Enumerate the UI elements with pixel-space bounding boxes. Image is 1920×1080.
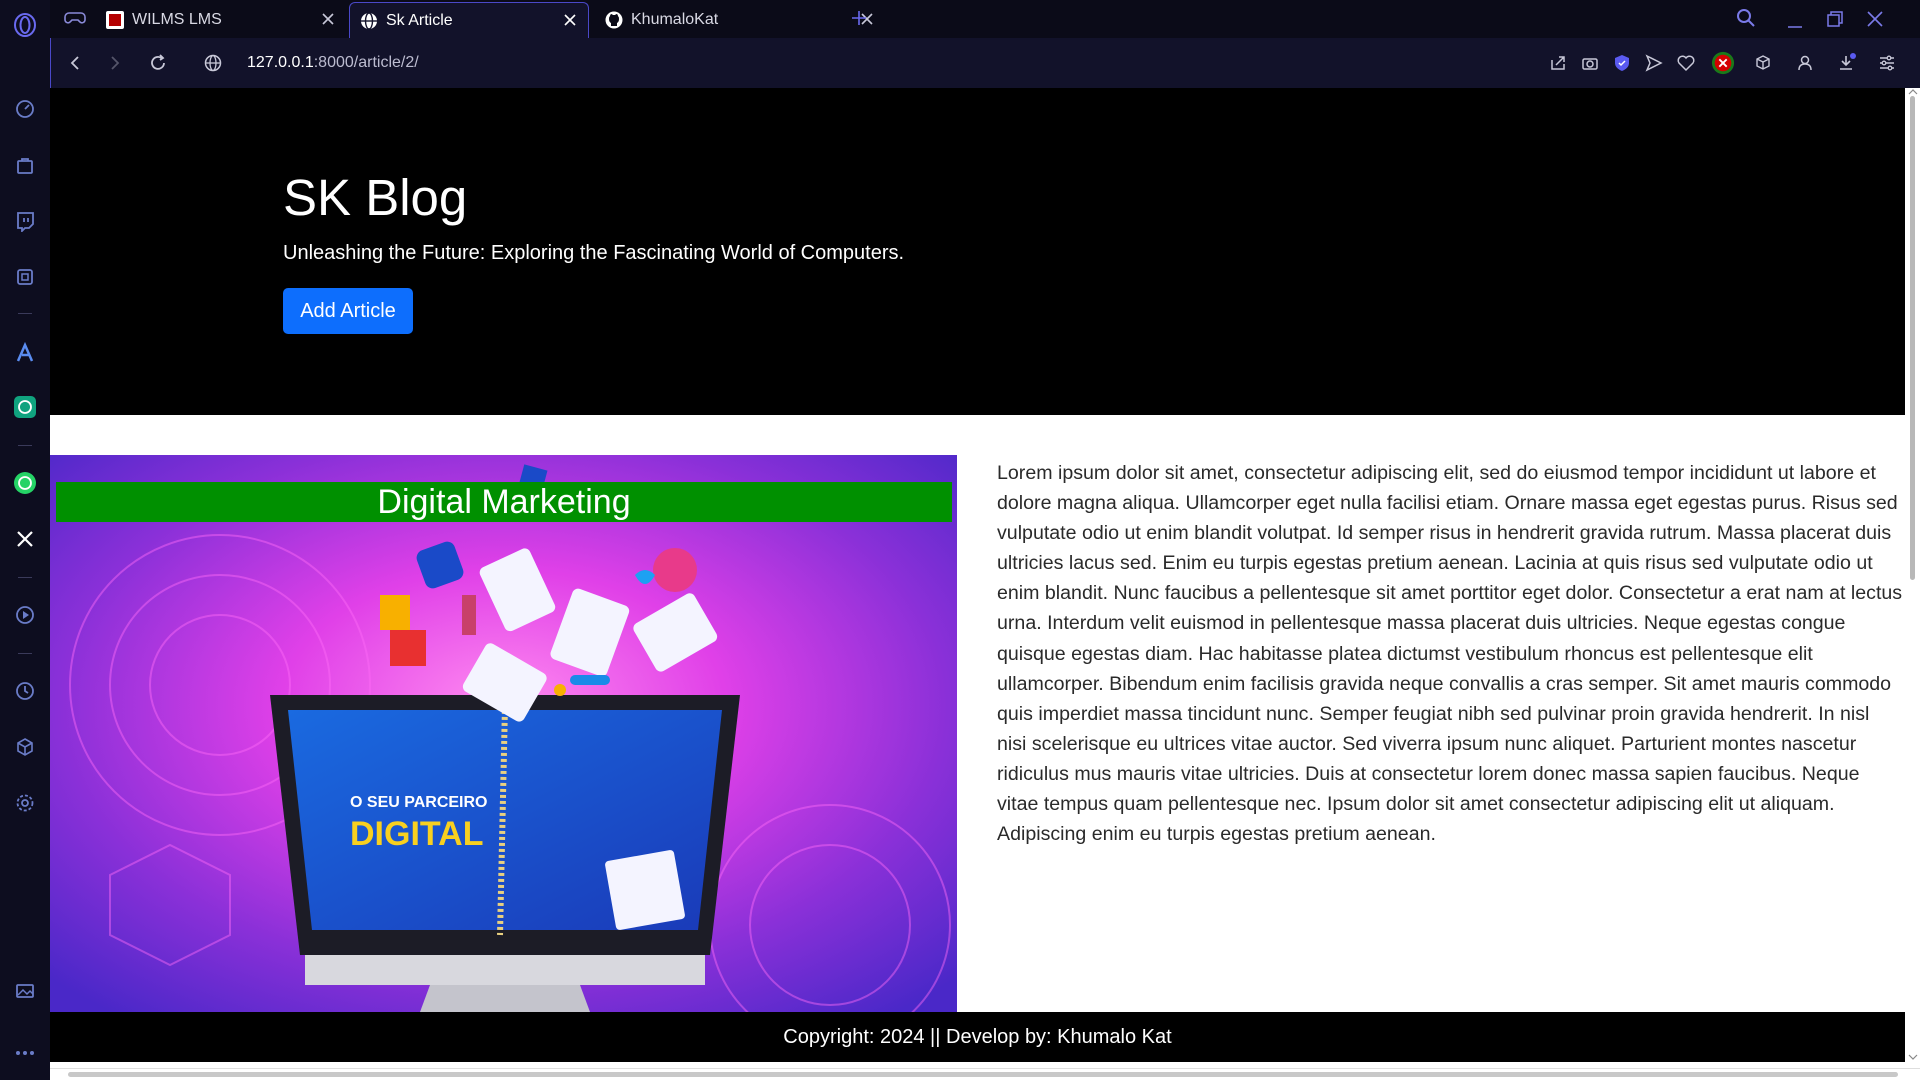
share-icon[interactable]: [1546, 51, 1570, 75]
close-tab-icon[interactable]: [562, 12, 578, 28]
heart-icon[interactable]: [1674, 51, 1698, 75]
history-icon[interactable]: [13, 679, 37, 703]
page-footer: Copyright: 2024 || Develop by: Khumalo K…: [50, 1012, 1905, 1062]
tab-title: WILMS LMS: [132, 11, 222, 28]
forward-arrow-icon[interactable]: [103, 51, 127, 75]
extensions-grid-icon[interactable]: [13, 265, 37, 289]
cube-icon[interactable]: [13, 735, 37, 759]
tab-strip: WILMS LMS Sk Article KhumaloKat: [50, 0, 1920, 38]
more-options-icon[interactable]: [13, 1041, 37, 1065]
hero-section: SK Blog Unleashing the Future: Exploring…: [50, 88, 1905, 415]
extensions-cube-icon[interactable]: [1751, 51, 1775, 75]
site-info-globe-icon[interactable]: [201, 51, 225, 75]
tab-khumalokat[interactable]: KhumaloKat: [595, 2, 885, 38]
shopping-bag-icon[interactable]: [13, 153, 37, 177]
new-tab-plus-icon[interactable]: [850, 9, 870, 29]
reload-icon[interactable]: [146, 51, 170, 75]
gaming-controller-icon[interactable]: [64, 9, 88, 29]
address-bar: 127.0.0.1:8000/article/2/: [50, 38, 1920, 88]
gallery-icon[interactable]: [13, 979, 37, 1003]
aria-ai-icon[interactable]: [13, 341, 37, 365]
globe-icon: [360, 11, 378, 30]
whatsapp-icon[interactable]: [13, 471, 37, 495]
wilms-logo-icon: [106, 11, 124, 29]
url-path: :8000/article/2/: [313, 54, 419, 71]
article-body: Lorem ipsum dolor sit amet, consectetur …: [997, 462, 1903, 846]
close-tab-icon[interactable]: [320, 11, 336, 27]
settings-gear-icon[interactable]: [13, 791, 37, 815]
tab-title: KhumaloKat: [631, 11, 719, 28]
page-viewport: SK Blog Unleashing the Future: Exploring…: [50, 88, 1905, 1068]
downloads-icon[interactable]: [1835, 51, 1859, 75]
horizontal-scrollbar[interactable]: [50, 1068, 1920, 1080]
player-icon[interactable]: [13, 603, 37, 627]
article-image: O SEU PARCEIRO DIGITAL Digital Marketing: [50, 455, 957, 1012]
extension-x-icon[interactable]: [1711, 51, 1735, 75]
profile-icon[interactable]: [1793, 51, 1817, 75]
tab-sk-article[interactable]: Sk Article: [349, 2, 589, 38]
horizontal-scroll-thumb[interactable]: [68, 1072, 1898, 1077]
snapshot-camera-icon[interactable]: [1578, 51, 1602, 75]
svg-text:DIGITAL: DIGITAL: [350, 815, 483, 853]
opera-logo-icon[interactable]: [13, 13, 37, 37]
easy-setup-sliders-icon[interactable]: [1875, 51, 1899, 75]
url-field[interactable]: 127.0.0.1:8000/article/2/: [247, 51, 419, 75]
minimize-icon[interactable]: [1785, 10, 1807, 30]
tab-search-icon[interactable]: [1736, 8, 1758, 30]
tab-wilms-lms[interactable]: WILMS LMS: [96, 2, 346, 38]
x-twitter-icon[interactable]: [13, 527, 37, 551]
vertical-scroll-thumb[interactable]: [1910, 96, 1915, 580]
image-banner: Digital Marketing: [56, 482, 952, 522]
send-icon[interactable]: [1642, 51, 1666, 75]
twitch-icon[interactable]: [13, 209, 37, 233]
chatgpt-icon[interactable]: [13, 395, 37, 419]
browser-sidebar: [0, 0, 50, 1080]
vertical-scrollbar[interactable]: [1905, 88, 1920, 1068]
url-host: 127.0.0.1: [247, 54, 314, 71]
svg-text:O SEU PARCEIRO: O SEU PARCEIRO: [350, 794, 488, 811]
page-title: SK Blog: [283, 169, 468, 226]
github-icon: [605, 11, 623, 29]
back-arrow-icon[interactable]: [63, 51, 87, 75]
restore-window-icon[interactable]: [1825, 9, 1847, 29]
page-subtitle: Unleashing the Future: Exploring the Fas…: [283, 242, 905, 264]
speed-dial-icon[interactable]: [13, 97, 37, 121]
vpn-shield-icon[interactable]: [1610, 51, 1634, 75]
tab-title: Sk Article: [386, 11, 453, 29]
add-article-button[interactable]: Add Article: [283, 288, 413, 334]
close-window-icon[interactable]: [1865, 9, 1887, 29]
